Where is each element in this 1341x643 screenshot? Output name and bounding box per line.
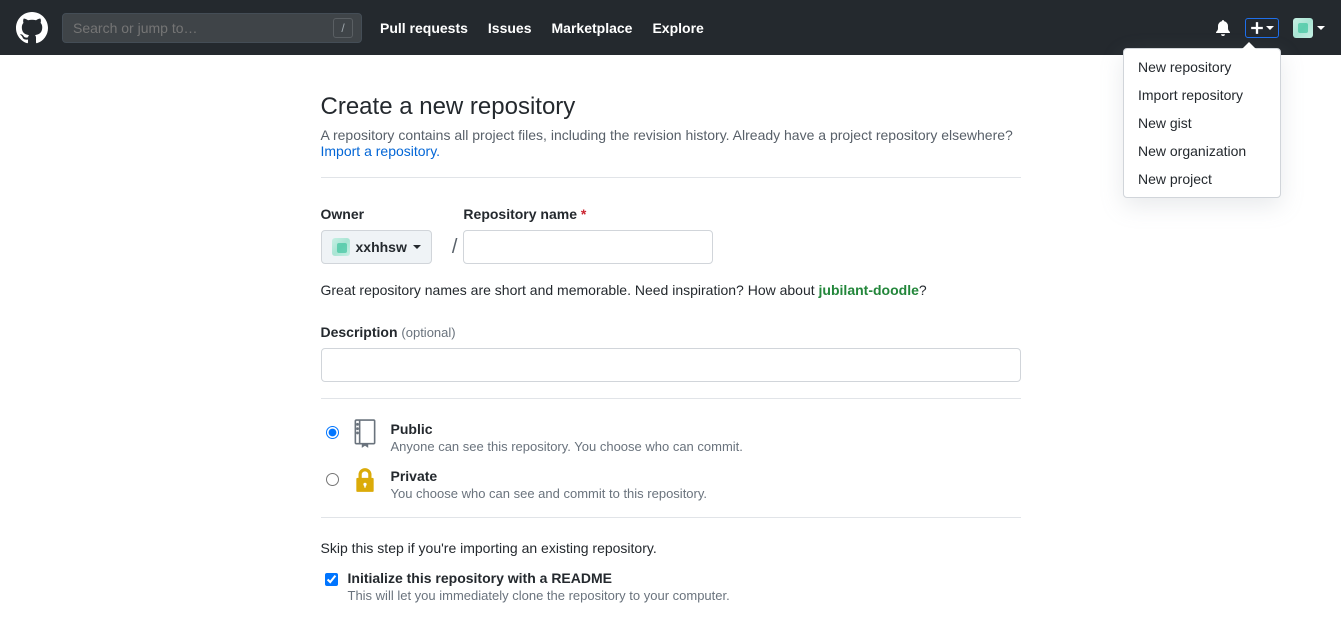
description-input[interactable] xyxy=(321,348,1021,382)
repo-icon xyxy=(352,419,378,449)
lock-icon xyxy=(352,466,378,494)
dropdown-new-gist[interactable]: New gist xyxy=(1124,109,1280,137)
import-repo-link[interactable]: Import a repository. xyxy=(321,143,441,159)
subhead-text: A repository contains all project files,… xyxy=(321,127,1013,143)
visibility-public-row[interactable]: Public Anyone can see this repository. Y… xyxy=(321,421,1021,454)
required-marker: * xyxy=(581,206,586,222)
create-repo-form: Create a new repository A repository con… xyxy=(321,55,1021,643)
visibility-private-title: Private xyxy=(391,468,708,484)
nav-pull-requests[interactable]: Pull requests xyxy=(380,20,468,36)
search-input[interactable] xyxy=(71,19,333,37)
header-nav: Pull requests Issues Marketplace Explore xyxy=(380,20,724,36)
description-label-text: Description xyxy=(321,324,398,340)
init-readme-title: Initialize this repository with a README xyxy=(348,570,730,586)
init-readme-row[interactable]: Initialize this repository with a README… xyxy=(321,570,1021,603)
global-header: / Pull requests Issues Marketplace Explo… xyxy=(0,0,1341,55)
dropdown-new-project[interactable]: New project xyxy=(1124,165,1280,193)
slash-key-icon: / xyxy=(333,18,353,38)
user-avatar-icon xyxy=(1293,18,1313,38)
user-menu-button[interactable] xyxy=(1293,18,1325,38)
reponame-input[interactable] xyxy=(463,230,713,264)
nav-issues[interactable]: Issues xyxy=(488,20,532,36)
visibility-public-radio[interactable] xyxy=(326,426,339,439)
dropdown-import-repository[interactable]: Import repository xyxy=(1124,81,1280,109)
owner-avatar-icon xyxy=(332,238,350,256)
init-readme-desc: This will let you immediately clone the … xyxy=(348,588,730,603)
visibility-private-row[interactable]: Private You choose who can see and commi… xyxy=(321,468,1021,501)
init-readme-checkbox[interactable] xyxy=(325,573,338,586)
nav-explore[interactable]: Explore xyxy=(652,20,703,36)
page-title: Create a new repository xyxy=(321,93,1021,121)
global-search[interactable]: / xyxy=(62,13,362,43)
owner-name-separator: / xyxy=(446,206,464,259)
divider xyxy=(321,398,1021,399)
name-hint: Great repository names are short and mem… xyxy=(321,282,1021,298)
create-new-menu-button[interactable] xyxy=(1245,18,1279,38)
owner-select-button[interactable]: xxhhsw xyxy=(321,230,432,264)
description-label: Description (optional) xyxy=(321,324,1021,340)
divider xyxy=(321,517,1021,518)
github-logo[interactable] xyxy=(16,12,48,44)
page-subhead: A repository contains all project files,… xyxy=(321,127,1021,159)
visibility-public-title: Public xyxy=(391,421,743,437)
hint-pre: Great repository names are short and mem… xyxy=(321,282,819,298)
owner-label: Owner xyxy=(321,206,432,222)
optional-marker: (optional) xyxy=(401,325,455,340)
owner-value: xxhhsw xyxy=(356,239,407,255)
nav-marketplace[interactable]: Marketplace xyxy=(552,20,633,36)
name-suggestion-link[interactable]: jubilant-doodle xyxy=(819,282,919,298)
visibility-private-desc: You choose who can see and commit to thi… xyxy=(391,486,708,501)
notifications-button[interactable] xyxy=(1215,20,1231,36)
reponame-field: Repository name * xyxy=(463,206,713,264)
github-mark-icon xyxy=(16,12,48,44)
dropdown-new-organization[interactable]: New organization xyxy=(1124,137,1280,165)
plus-icon xyxy=(1250,21,1264,35)
caret-down-icon xyxy=(1266,24,1274,32)
divider xyxy=(321,177,1021,178)
owner-name-row: Owner xxhhsw / Repository name * xyxy=(321,206,1021,264)
bell-icon xyxy=(1215,20,1231,36)
caret-down-icon xyxy=(413,243,421,251)
owner-field: Owner xxhhsw xyxy=(321,206,432,264)
skip-import-note: Skip this step if you're importing an ex… xyxy=(321,540,1021,556)
visibility-private-radio[interactable] xyxy=(326,473,339,486)
create-new-dropdown: New repository Import repository New gis… xyxy=(1123,48,1281,198)
header-actions xyxy=(1215,18,1325,38)
hint-post: ? xyxy=(919,282,927,298)
reponame-label: Repository name * xyxy=(463,206,713,222)
caret-down-icon xyxy=(1317,24,1325,32)
reponame-label-text: Repository name xyxy=(463,206,577,222)
dropdown-new-repository[interactable]: New repository xyxy=(1124,53,1280,81)
visibility-public-desc: Anyone can see this repository. You choo… xyxy=(391,439,743,454)
